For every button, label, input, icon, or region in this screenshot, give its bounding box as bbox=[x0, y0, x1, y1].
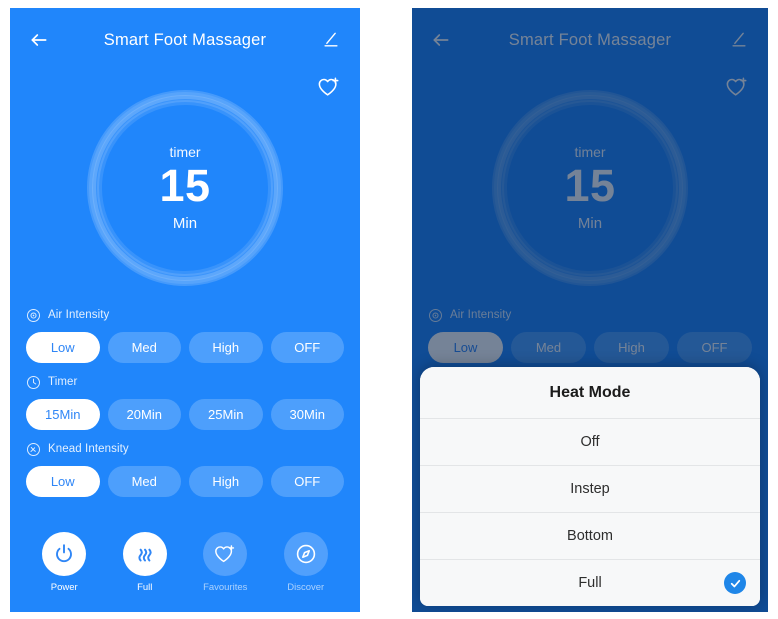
pill-timer-15min[interactable]: 15Min bbox=[26, 399, 100, 430]
air-intensity-icon bbox=[428, 308, 443, 323]
pill-air-off[interactable]: OFF bbox=[677, 332, 752, 363]
app-header: Smart Foot Massager bbox=[412, 20, 768, 60]
timer-dial-rings: timer 15 Min bbox=[49, 52, 321, 324]
timer-dial[interactable]: timer 15 Min bbox=[412, 52, 768, 324]
timer-dial[interactable]: timer 15 Min bbox=[10, 52, 360, 324]
option-label: Instep bbox=[570, 481, 610, 497]
group-header: Air Intensity bbox=[26, 304, 344, 326]
option-label: Bottom bbox=[567, 528, 613, 544]
group-knead-intensity: Knead Intensity Low Med High OFF bbox=[26, 438, 344, 497]
dial-unit: Min bbox=[577, 215, 603, 233]
group-air-intensity: Air Intensity Low Med High OFF bbox=[428, 304, 752, 363]
group-timer: Timer 15Min 20Min 25Min 30Min bbox=[26, 371, 344, 430]
dial-center: timer 15 Min bbox=[87, 90, 283, 286]
pill-air-off[interactable]: OFF bbox=[270, 332, 344, 363]
page-title: Smart Foot Massager bbox=[103, 30, 267, 49]
heat-waves-icon bbox=[122, 532, 167, 576]
check-icon bbox=[724, 572, 746, 594]
screenshot-stage: Smart Foot Massager timer 15 Min Air Int… bbox=[0, 0, 778, 619]
group-title: Knead Intensity bbox=[48, 443, 129, 455]
nav-item-power[interactable]: Power bbox=[24, 532, 105, 593]
air-intensity-icon bbox=[26, 308, 41, 323]
knead-intensity-icon bbox=[26, 442, 41, 457]
group-header: Air Intensity bbox=[428, 304, 752, 326]
group-header: Timer bbox=[26, 371, 344, 393]
pill-knead-med[interactable]: Med bbox=[107, 466, 181, 497]
app-screen-left: Smart Foot Massager timer 15 Min Air Int… bbox=[10, 8, 360, 612]
nav-label: Full bbox=[137, 582, 153, 593]
heat-mode-option-bottom[interactable]: Bottom bbox=[420, 512, 760, 559]
heat-mode-option-full[interactable]: Full bbox=[420, 559, 760, 606]
phone-screen-with-dialog: Smart Foot Massager timer 15 Min Air Int… bbox=[412, 8, 768, 612]
group-header: Knead Intensity bbox=[26, 438, 344, 460]
group-title: Air Intensity bbox=[450, 309, 512, 321]
group-air-intensity: Air Intensity Low Med High OFF bbox=[26, 304, 344, 363]
control-groups: Air Intensity Low Med High OFF bbox=[10, 304, 360, 505]
dial-label: timer bbox=[574, 143, 606, 160]
heart-plus-icon bbox=[203, 532, 248, 576]
dial-center: timer 15 Min bbox=[492, 90, 688, 286]
pill-air-high[interactable]: High bbox=[594, 332, 669, 363]
pill-timer-25min[interactable]: 25Min bbox=[189, 399, 263, 430]
nav-item-discover[interactable]: Discover bbox=[266, 532, 347, 593]
dial-value: 15 bbox=[159, 159, 211, 211]
pencil-edit-icon[interactable] bbox=[726, 27, 752, 53]
option-label: Full bbox=[578, 575, 602, 591]
pill-row-knead-intensity: Low Med High OFF bbox=[26, 466, 344, 497]
pencil-edit-icon[interactable] bbox=[318, 27, 344, 53]
back-arrow-icon[interactable] bbox=[428, 27, 454, 53]
heat-mode-option-off[interactable]: Off bbox=[420, 418, 760, 465]
group-title: Air Intensity bbox=[48, 309, 110, 321]
pill-row-air-intensity: Low Med High OFF bbox=[26, 332, 344, 363]
nav-label: Discover bbox=[287, 582, 325, 593]
nav-item-full[interactable]: Full bbox=[105, 532, 186, 593]
bottom-navigation: Power Full Favourites Discover bbox=[10, 526, 360, 608]
dial-label: timer bbox=[169, 143, 201, 160]
power-icon bbox=[42, 532, 87, 576]
pill-knead-high[interactable]: High bbox=[189, 466, 263, 497]
nav-label: Favourites bbox=[203, 582, 248, 593]
app-header: Smart Foot Massager bbox=[10, 20, 360, 60]
pill-row-timer: 15Min 20Min 25Min 30Min bbox=[26, 399, 344, 430]
control-groups: Air Intensity Low Med High OFF bbox=[412, 304, 768, 371]
option-label: Off bbox=[580, 434, 600, 450]
pill-knead-off[interactable]: OFF bbox=[270, 466, 344, 497]
phone-screen-main: Smart Foot Massager timer 15 Min Air Int… bbox=[10, 8, 360, 612]
pill-air-low[interactable]: Low bbox=[26, 332, 100, 363]
dial-unit: Min bbox=[172, 215, 198, 233]
timer-dial-rings: timer 15 Min bbox=[454, 52, 726, 324]
pill-air-med[interactable]: Med bbox=[511, 332, 586, 363]
pill-air-high[interactable]: High bbox=[189, 332, 263, 363]
heat-mode-option-instep[interactable]: Instep bbox=[420, 465, 760, 512]
back-arrow-icon[interactable] bbox=[26, 27, 52, 53]
dial-value: 15 bbox=[564, 159, 616, 211]
heat-mode-dialog: Heat Mode Off Instep Bottom Full bbox=[420, 367, 760, 606]
pill-timer-30min[interactable]: 30Min bbox=[270, 399, 344, 430]
pill-timer-20min[interactable]: 20Min bbox=[107, 399, 181, 430]
page-title: Smart Foot Massager bbox=[508, 30, 672, 49]
compass-icon bbox=[283, 532, 328, 576]
pill-air-med[interactable]: Med bbox=[107, 332, 181, 363]
pill-knead-low[interactable]: Low bbox=[26, 466, 100, 497]
nav-item-favourites[interactable]: Favourites bbox=[185, 532, 266, 593]
nav-label: Power bbox=[50, 582, 78, 593]
dialog-title: Heat Mode bbox=[420, 367, 760, 418]
pill-row-air-intensity: Low Med High OFF bbox=[428, 332, 752, 363]
app-screen-right: Smart Foot Massager timer 15 Min Air Int… bbox=[412, 8, 768, 612]
clock-icon bbox=[26, 375, 41, 390]
pill-air-low[interactable]: Low bbox=[428, 332, 503, 363]
group-title: Timer bbox=[48, 376, 78, 388]
